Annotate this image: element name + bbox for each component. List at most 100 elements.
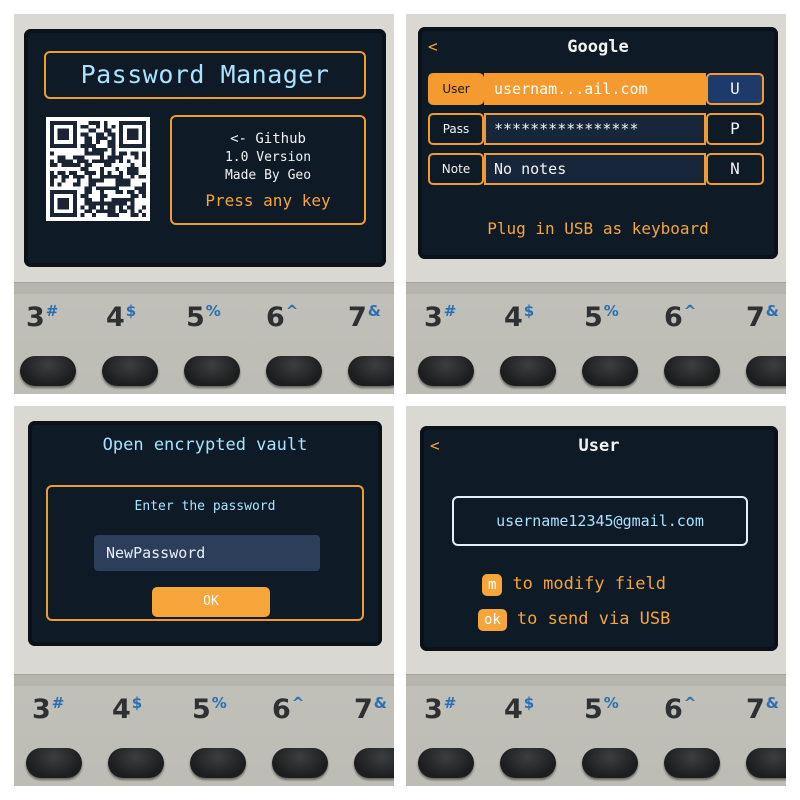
entry-header: < Google xyxy=(418,35,778,63)
key-number: 5 xyxy=(186,302,205,333)
hardware-button-row xyxy=(14,748,394,780)
field-view-screen: < User username12345@gmail.com m to modif… xyxy=(420,426,778,651)
field-value-box: username12345@gmail.com xyxy=(452,496,748,546)
hardware-key-7[interactable] xyxy=(354,748,394,778)
modify-key-badge[interactable]: m xyxy=(482,574,503,596)
hardware-key-3[interactable] xyxy=(26,748,82,778)
hardware-key-7[interactable] xyxy=(746,748,786,778)
vault-title: Open encrypted vault xyxy=(102,435,308,455)
splash-screen: Password Manager <- Github 1.0 Version M… xyxy=(24,29,386,267)
key-number: 6 xyxy=(664,302,683,333)
key-label-5: 5% xyxy=(584,694,619,725)
field-pass[interactable]: Pass **************** P xyxy=(428,113,764,145)
key-label-row: 3# 4$ 5% 6^ 7& xyxy=(14,302,394,346)
hardware-key-4[interactable] xyxy=(500,748,556,778)
key-label-4: 4$ xyxy=(504,694,534,725)
hardware-key-3[interactable] xyxy=(20,356,76,386)
field-user[interactable]: User usernam...ail.com U xyxy=(428,73,764,105)
version-text: 1.0 Version xyxy=(224,150,312,165)
modify-hint-text: to modify field xyxy=(512,574,666,594)
key-number: 6 xyxy=(664,694,683,725)
device-photo-entry: < Google User usernam...ail.com U Pass *… xyxy=(406,14,786,394)
hardware-key-6[interactable] xyxy=(664,748,720,778)
hardware-key-4[interactable] xyxy=(108,748,164,778)
field-note[interactable]: Note No notes N xyxy=(428,153,764,185)
key-label-5: 5% xyxy=(192,694,227,725)
key-label-6: 6^ xyxy=(272,694,304,725)
key-number: 6 xyxy=(272,694,291,725)
key-symbol: & xyxy=(367,302,381,320)
author-text: Made By Geo xyxy=(224,168,312,183)
key-label-3: 3# xyxy=(424,302,456,333)
hardware-key-4[interactable] xyxy=(500,356,556,386)
key-symbol: $ xyxy=(523,302,535,320)
entry-title: Google xyxy=(567,37,629,57)
hardware-button-row xyxy=(406,748,786,780)
key-label-3: 3# xyxy=(424,694,456,725)
key-symbol: # xyxy=(443,302,457,320)
key-label-6: 6^ xyxy=(664,302,696,333)
key-label-row: 3# 4$ 5% 6^ 7& xyxy=(14,694,394,738)
device-photo-vault: Open encrypted vault Enter the password … xyxy=(14,406,394,786)
hardware-key-6[interactable] xyxy=(664,356,720,386)
title-box: Password Manager xyxy=(44,51,366,99)
info-box: <- Github 1.0 Version Made By Geo Press … xyxy=(170,115,366,225)
ok-button[interactable]: OK xyxy=(152,587,270,617)
key-symbol: % xyxy=(211,694,227,712)
hardware-key-6[interactable] xyxy=(272,748,328,778)
ok-key-badge[interactable]: ok xyxy=(478,609,507,631)
field-note-label: Note xyxy=(428,153,484,185)
key-label-6: 6^ xyxy=(664,694,696,725)
key-symbol: % xyxy=(205,302,221,320)
field-note-value: No notes xyxy=(484,153,706,185)
field-pass-label: Pass xyxy=(428,113,484,145)
key-number: 3 xyxy=(26,302,45,333)
press-any-key-prompt: Press any key xyxy=(205,191,331,210)
send-hint: ok to send via USB xyxy=(478,609,778,635)
field-pass-shortcut: P xyxy=(706,113,764,145)
password-input[interactable]: NewPassword xyxy=(94,535,320,571)
hardware-key-5[interactable] xyxy=(582,748,638,778)
key-label-7: 7& xyxy=(354,694,387,725)
key-label-3: 3# xyxy=(26,302,58,333)
key-number: 5 xyxy=(584,694,603,725)
key-label-5: 5% xyxy=(186,302,221,333)
hardware-key-7[interactable] xyxy=(746,356,786,386)
key-symbol: & xyxy=(765,302,779,320)
key-symbol: ^ xyxy=(285,302,299,320)
device-edge xyxy=(406,674,786,686)
hardware-key-5[interactable] xyxy=(582,356,638,386)
hardware-key-4[interactable] xyxy=(102,356,158,386)
github-link-text: <- Github xyxy=(230,131,306,147)
hardware-key-3[interactable] xyxy=(418,356,474,386)
key-symbol: $ xyxy=(523,694,535,712)
key-symbol: ^ xyxy=(291,694,305,712)
hardware-button-row xyxy=(406,356,786,388)
hardware-key-7[interactable] xyxy=(348,356,394,386)
modify-hint: m to modify field xyxy=(482,574,778,600)
app-title: Password Manager xyxy=(80,60,330,89)
vault-screen: Open encrypted vault Enter the password … xyxy=(28,421,382,646)
device-photo-splash: Password Manager <- Github 1.0 Version M… xyxy=(14,14,394,394)
hardware-key-5[interactable] xyxy=(190,748,246,778)
field-view-header: < User xyxy=(420,434,778,462)
key-label-row: 3# 4$ 5% 6^ 7& xyxy=(406,302,786,346)
github-qr-code[interactable] xyxy=(46,117,150,221)
field-view-title: User xyxy=(578,436,620,456)
key-label-4: 4$ xyxy=(504,302,534,333)
key-number: 4 xyxy=(504,694,523,725)
key-number: 3 xyxy=(424,302,443,333)
key-symbol: & xyxy=(765,694,779,712)
hardware-key-6[interactable] xyxy=(266,356,322,386)
key-symbol: # xyxy=(51,694,65,712)
key-symbol: ^ xyxy=(683,694,697,712)
hardware-key-3[interactable] xyxy=(418,748,474,778)
field-pass-value: **************** xyxy=(484,113,706,145)
send-hint-text: to send via USB xyxy=(516,609,671,629)
key-number: 7 xyxy=(354,694,373,725)
key-symbol: $ xyxy=(125,302,137,320)
key-number: 3 xyxy=(424,694,443,725)
key-label-4: 4$ xyxy=(106,302,136,333)
hardware-key-5[interactable] xyxy=(184,356,240,386)
key-number: 5 xyxy=(192,694,211,725)
